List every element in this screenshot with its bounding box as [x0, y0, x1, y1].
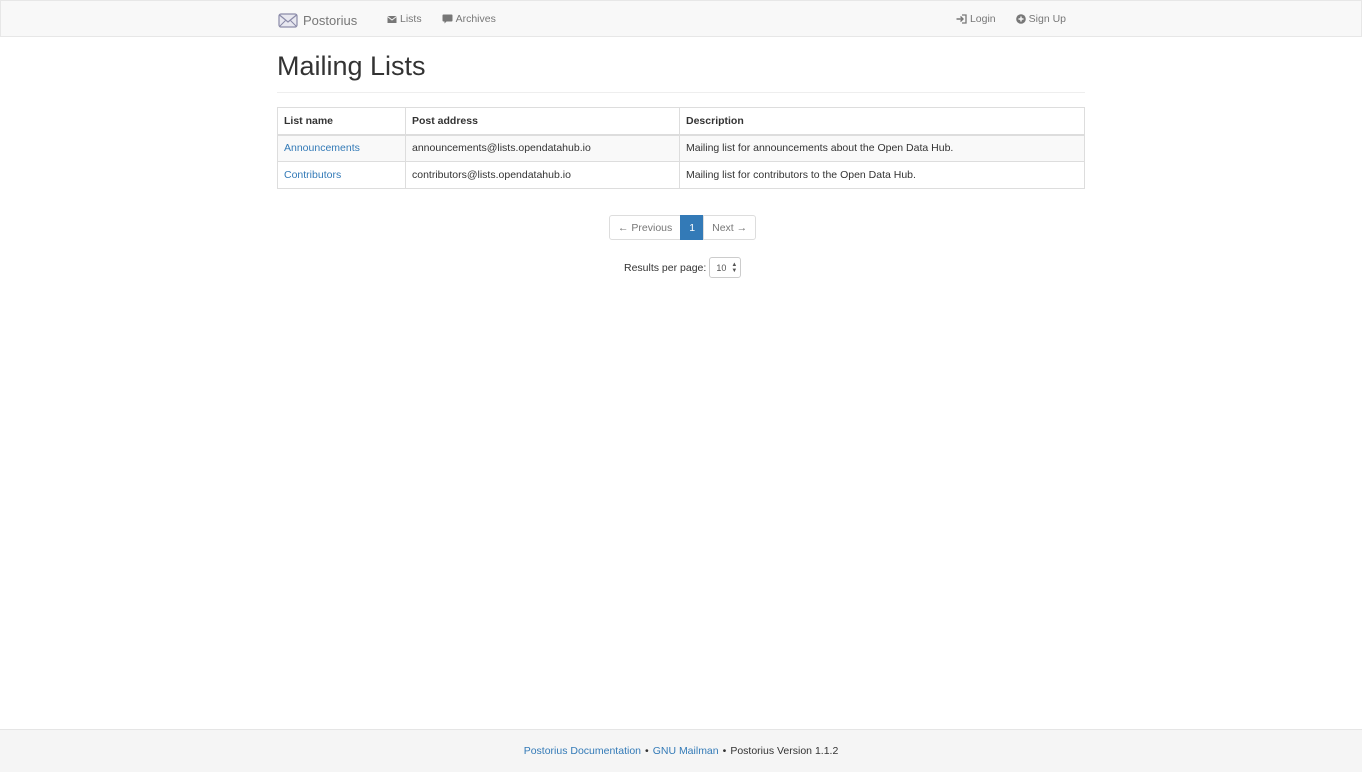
nav-login[interactable]: Login	[946, 1, 1006, 37]
nav-left: Lists Archives	[377, 1, 506, 37]
login-icon	[956, 14, 967, 24]
brand-link[interactable]: Postorius	[278, 9, 357, 31]
envelope-icon	[387, 15, 397, 23]
nav-archives[interactable]: Archives	[432, 1, 506, 37]
table-row: Contributors contributors@lists.opendata…	[277, 161, 1085, 189]
previous-page-button[interactable]: ← Previous	[609, 215, 682, 240]
table-row: Announcements announcements@lists.openda…	[277, 134, 1085, 162]
version-text: Postorius Version 1.1.2	[730, 745, 839, 757]
footer-separator: •	[645, 745, 649, 757]
nav-lists[interactable]: Lists	[377, 1, 432, 37]
list-link[interactable]: Announcements	[284, 142, 360, 154]
next-page-button[interactable]: Next →	[703, 215, 757, 240]
page-header: Mailing Lists	[277, 48, 1085, 93]
nav-right: Login Sign Up	[946, 1, 1076, 37]
table-header-row: List name Post address Description	[277, 107, 1085, 136]
footer-separator: •	[722, 745, 727, 757]
mailing-lists-table: List name Post address Description Annou…	[277, 107, 1085, 189]
nav-signup[interactable]: Sign Up	[1006, 1, 1076, 37]
description-cell: Mailing list for announcements about the…	[679, 134, 1085, 162]
navbar: Postorius Lists Archives Login Sign Up	[0, 0, 1362, 37]
list-link[interactable]: Contributors	[284, 169, 341, 181]
navbar-container: Postorius Lists Archives Login Sign Up	[278, 1, 1086, 37]
brand-name: Postorius	[303, 12, 358, 28]
plus-circle-icon	[1015, 14, 1026, 24]
list-name-cell: Contributors	[277, 161, 406, 189]
description-cell: Mailing list for contributors to the Ope…	[679, 161, 1085, 189]
comment-icon	[442, 14, 453, 24]
select-arrows-icon: ▲ ▼	[731, 262, 738, 274]
docs-link[interactable]: Postorius Documentation	[524, 745, 641, 757]
envelope-logo-icon	[278, 12, 298, 28]
per-page-select[interactable]: 10 ▲ ▼	[709, 257, 742, 278]
nav-lists-label: Lists	[400, 13, 422, 25]
footer: Postorius Documentation • GNU Mailman • …	[0, 729, 1362, 772]
column-header-description[interactable]: Description	[679, 107, 1085, 136]
current-page-button[interactable]: 1	[680, 215, 705, 240]
per-page-value: 10	[716, 262, 727, 273]
column-header-list-name[interactable]: List name	[277, 107, 406, 136]
post-address-cell: contributors@lists.opendatahub.io	[405, 161, 680, 189]
per-page-label: Results per page:	[624, 261, 707, 274]
column-header-post-address[interactable]: Post address	[405, 107, 680, 136]
nav-signup-label: Sign Up	[1028, 13, 1066, 25]
mailman-link[interactable]: GNU Mailman	[653, 745, 719, 757]
nav-archives-label: Archives	[455, 13, 496, 25]
list-name-cell: Announcements	[277, 134, 406, 162]
nav-login-label: Login	[969, 13, 996, 25]
results-per-page: Results per page: 10 ▲ ▼	[624, 257, 742, 278]
page-title: Mailing Lists	[277, 51, 426, 81]
post-address-cell: announcements@lists.opendatahub.io	[405, 134, 680, 162]
pagination: ← Previous 1 Next →	[609, 215, 757, 240]
